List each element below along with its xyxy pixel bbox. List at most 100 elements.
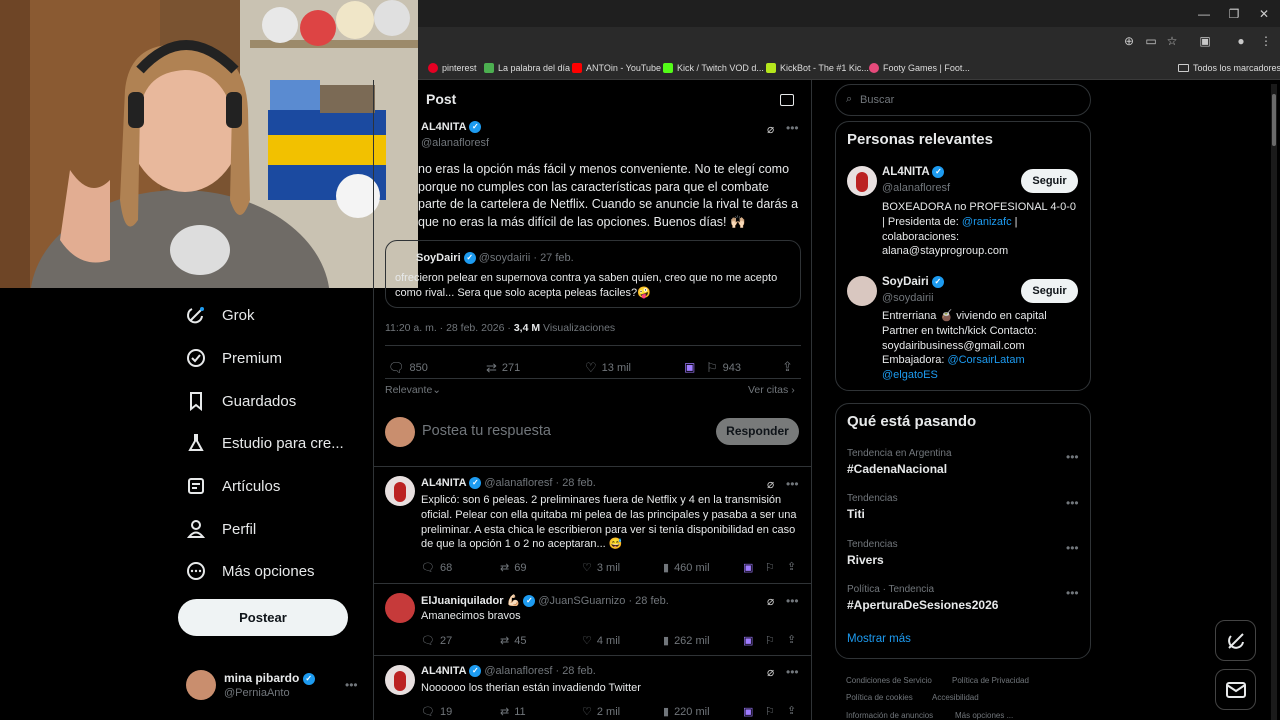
views-action[interactable]: ▮ 220 mil xyxy=(663,705,710,719)
person-name[interactable]: SoyDairi ✓ xyxy=(882,276,944,288)
views-action[interactable]: ▮ 262 mil xyxy=(663,634,710,648)
reply-action[interactable]: 🗨︎ 27 xyxy=(421,634,452,648)
like-action[interactable]: ♡ 13 mil xyxy=(585,360,631,376)
repost-action[interactable]: ⇄ 69 xyxy=(500,561,526,575)
reader-view-icon[interactable] xyxy=(780,94,794,106)
account-avatar[interactable] xyxy=(186,670,216,700)
repost-action[interactable]: ⇄ 271 xyxy=(486,360,520,376)
trend-more-icon[interactable]: ••• xyxy=(1066,586,1079,600)
sidebar-item-studio[interactable]: Estudio para cre... xyxy=(186,428,344,458)
follow-button[interactable]: Seguir xyxy=(1021,169,1078,193)
trend-item[interactable]: Política · Tendencia #AperturaDeSesiones2… xyxy=(847,584,1077,612)
reply-author-avatar[interactable] xyxy=(385,665,415,695)
post-handle[interactable]: @alanafloresf xyxy=(421,137,489,149)
footer-link[interactable]: Política de Privacidad xyxy=(952,676,1029,685)
restore-icon[interactable]: ❐ xyxy=(1226,6,1242,22)
reply-input[interactable]: Postea tu respuesta xyxy=(422,423,551,439)
trend-item[interactable]: Tendencias Rivers xyxy=(847,539,1077,567)
star-icon[interactable]: ☆ xyxy=(1164,33,1180,49)
repost-action[interactable]: ⇄ 11 xyxy=(500,705,526,719)
sidebar-item-articles[interactable]: Artículos xyxy=(186,471,280,501)
trend-more-icon[interactable]: ••• xyxy=(1066,541,1079,555)
reply-more-icon[interactable]: ••• xyxy=(786,477,799,491)
person-avatar[interactable] xyxy=(847,276,877,306)
trend-more-icon[interactable]: ••• xyxy=(1066,450,1079,464)
footer-link[interactable]: Condiciones de Servicio xyxy=(846,676,932,685)
trend-item[interactable]: Tendencia en Argentina #CadenaNacional xyxy=(847,448,1077,476)
reply-header[interactable]: AL4NITA ✓ @alanafloresf · 28 feb. xyxy=(421,665,596,678)
reply-header[interactable]: AL4NITA ✓ @alanafloresf · 28 feb. xyxy=(421,477,596,490)
reply-author-avatar[interactable] xyxy=(385,476,415,506)
trend-item[interactable]: Tendencias Titi xyxy=(847,493,1077,521)
share-icon[interactable]: ⇪ xyxy=(782,359,793,375)
close-icon[interactable]: ✕ xyxy=(1256,6,1272,22)
share-icon[interactable]: ⇪ xyxy=(787,633,796,646)
post-button[interactable]: Postear xyxy=(178,599,348,636)
sort-dropdown[interactable]: Relevante⌄ xyxy=(385,384,441,396)
bookmark-icon[interactable]: ⚐ xyxy=(765,634,775,647)
browser-menu-icon[interactable]: ⋮ xyxy=(1258,33,1274,49)
follow-button[interactable]: Seguir xyxy=(1021,279,1078,303)
extension-bookmark-icon[interactable]: ▣ xyxy=(743,634,753,647)
quoted-post[interactable]: SoyDairi ✓ @soydairii · 27 feb. ofrecier… xyxy=(385,240,801,308)
footer-link[interactable]: Accesibilidad xyxy=(932,693,979,702)
share-icon[interactable]: ⇪ xyxy=(787,560,796,573)
person-avatar[interactable] xyxy=(847,166,877,196)
sidebar-item-grok[interactable]: Grok xyxy=(186,300,255,330)
trend-more-icon[interactable]: ••• xyxy=(1066,496,1079,510)
minimize-icon[interactable]: — xyxy=(1196,6,1212,22)
views-action[interactable]: ▮ 460 mil xyxy=(663,561,710,575)
messages-fab[interactable] xyxy=(1215,669,1256,710)
reply-more-icon[interactable]: ••• xyxy=(786,594,799,608)
footer-link[interactable]: Información de anuncios xyxy=(846,711,933,720)
reply-button[interactable]: Responder xyxy=(716,418,799,445)
view-quotes-link[interactable]: Ver citas › xyxy=(748,384,795,396)
bookmark-palabra[interactable]: La palabra del día xyxy=(484,60,570,76)
bookmark-pinterest[interactable]: pinterest xyxy=(428,60,477,76)
zoom-icon[interactable]: ⊕ xyxy=(1121,33,1137,49)
show-more-link[interactable]: Mostrar más xyxy=(847,633,911,645)
account-name[interactable]: mina pibardo ✓ xyxy=(224,671,315,685)
bio-link[interactable]: @ranizafc xyxy=(962,216,1012,228)
grok-explain-icon[interactable]: ⌀ xyxy=(767,122,774,136)
footer-link[interactable]: Política de cookies xyxy=(846,693,913,702)
bookmark-action[interactable]: ⚐ 943 xyxy=(706,360,741,376)
footer-link[interactable]: Más opciones ... xyxy=(955,711,1013,720)
extension-bookmark-icon[interactable]: ▣ xyxy=(684,360,695,374)
like-action[interactable]: ♡ 4 mil xyxy=(582,634,620,648)
bookmark-kickbot[interactable]: KickBot - The #1 Kic... xyxy=(766,60,869,76)
grok-explain-icon[interactable]: ⌀ xyxy=(767,665,774,679)
search-box[interactable]: ⌕ Buscar xyxy=(835,84,1091,116)
like-action[interactable]: ♡ 3 mil xyxy=(582,561,620,575)
sidebar-item-premium[interactable]: Premium xyxy=(186,343,282,373)
extension-bookmark-icon[interactable]: ▣ xyxy=(743,561,753,574)
bio-link[interactable]: @CorsairLatam xyxy=(947,354,1024,366)
reply-author-avatar[interactable] xyxy=(385,593,415,623)
bookmark-youtube[interactable]: ANTOin - YouTube xyxy=(572,60,661,76)
all-bookmarks[interactable]: Todos los marcadores xyxy=(1178,60,1280,76)
reply-more-icon[interactable]: ••• xyxy=(786,665,799,679)
extensions-icon[interactable]: ▣ xyxy=(1197,33,1213,49)
cast-icon[interactable]: ▭ xyxy=(1143,33,1159,49)
sidebar-item-profile[interactable]: Perfil xyxy=(186,514,256,544)
search-input[interactable]: Buscar xyxy=(860,94,894,106)
post-author[interactable]: AL4NITA ✓ xyxy=(421,121,482,134)
reply-action[interactable]: 🗨︎ 850 xyxy=(388,360,428,376)
profile-icon[interactable]: ● xyxy=(1233,33,1249,49)
sidebar-item-bookmarks[interactable]: Guardados xyxy=(186,386,296,416)
reply-header[interactable]: ElJuaniquilador 💪🏻 ✓ @JuanSGuarnizo · 28… xyxy=(421,594,669,608)
grok-fab[interactable] xyxy=(1215,620,1256,661)
reply-action[interactable]: 🗨︎ 68 xyxy=(421,561,452,575)
scrollbar-thumb[interactable] xyxy=(1272,94,1276,146)
reply-action[interactable]: 🗨︎ 19 xyxy=(421,705,452,719)
grok-explain-icon[interactable]: ⌀ xyxy=(767,594,774,608)
bookmark-icon[interactable]: ⚐ xyxy=(765,561,775,574)
extension-bookmark-icon[interactable]: ▣ xyxy=(743,705,753,718)
bio-link[interactable]: @elgatoES xyxy=(882,368,1082,383)
scrollbar-track[interactable] xyxy=(1271,84,1277,720)
share-icon[interactable]: ⇪ xyxy=(787,704,796,717)
account-more-icon[interactable]: ••• xyxy=(345,678,358,692)
person-name[interactable]: AL4NITA ✓ xyxy=(882,166,945,178)
grok-explain-icon[interactable]: ⌀ xyxy=(767,477,774,491)
bookmark-footy[interactable]: Footy Games | Foot... xyxy=(869,60,970,76)
